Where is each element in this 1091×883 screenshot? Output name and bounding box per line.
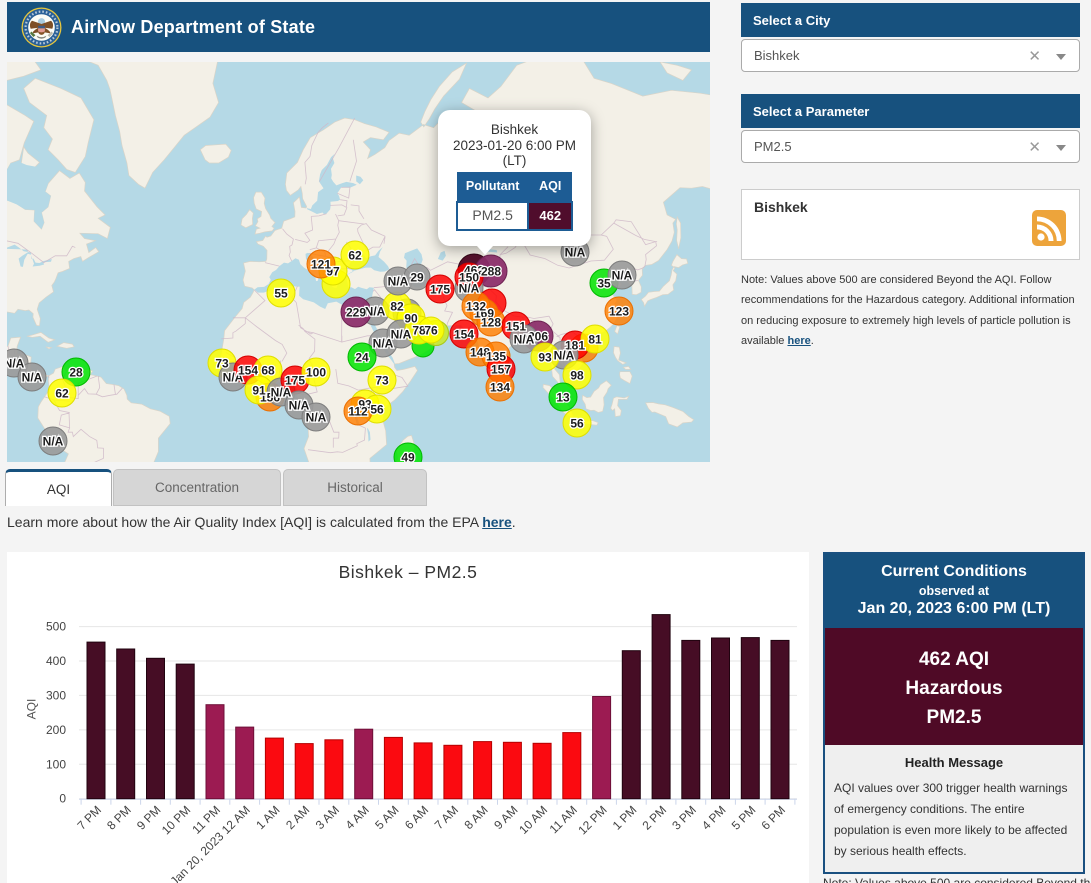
svg-text:N/A: N/A xyxy=(7,357,25,371)
svg-text:154: 154 xyxy=(238,364,258,378)
svg-text:76: 76 xyxy=(424,324,438,338)
svg-text:68: 68 xyxy=(261,364,275,378)
svg-text:N/A: N/A xyxy=(306,411,327,425)
svg-text:4 AM: 4 AM xyxy=(343,803,372,832)
svg-text:1 PM: 1 PM xyxy=(610,803,640,833)
svg-text:100: 100 xyxy=(306,366,326,380)
svg-text:N/A: N/A xyxy=(514,333,535,347)
svg-text:3 PM: 3 PM xyxy=(669,803,699,833)
svg-text:N/A: N/A xyxy=(365,305,386,319)
svg-text:0: 0 xyxy=(59,792,66,806)
svg-text:29: 29 xyxy=(410,271,424,285)
svg-text:4 PM: 4 PM xyxy=(699,803,729,833)
svg-text:100: 100 xyxy=(46,757,66,771)
svg-text:12 PM: 12 PM xyxy=(575,803,609,837)
svg-text:28: 28 xyxy=(69,366,83,380)
svg-text:128: 128 xyxy=(481,316,501,330)
svg-text:134: 134 xyxy=(490,381,510,395)
svg-text:151: 151 xyxy=(506,320,526,334)
svg-text:10 PM: 10 PM xyxy=(159,803,193,837)
svg-text:6 PM: 6 PM xyxy=(758,803,788,833)
svg-text:56: 56 xyxy=(370,403,384,417)
svg-text:7 AM: 7 AM xyxy=(432,803,461,832)
svg-text:N/A: N/A xyxy=(612,269,633,283)
svg-text:10 AM: 10 AM xyxy=(516,803,550,837)
svg-text:N/A: N/A xyxy=(388,275,409,289)
svg-text:2 PM: 2 PM xyxy=(640,803,670,833)
svg-text:288: 288 xyxy=(481,265,501,279)
svg-text:132: 132 xyxy=(466,300,486,314)
svg-text:81: 81 xyxy=(588,333,602,347)
svg-text:N/A: N/A xyxy=(43,435,64,449)
svg-text:229: 229 xyxy=(346,306,366,320)
svg-text:8 PM: 8 PM xyxy=(104,803,134,833)
svg-text:157: 157 xyxy=(491,363,511,377)
svg-text:N/A: N/A xyxy=(22,371,43,385)
svg-text:73: 73 xyxy=(215,357,229,371)
svg-text:200: 200 xyxy=(46,723,66,737)
svg-text:121: 121 xyxy=(311,258,331,272)
svg-text:91: 91 xyxy=(252,384,266,398)
svg-text:150: 150 xyxy=(459,271,479,285)
svg-text:N/A: N/A xyxy=(271,386,292,400)
svg-text:73: 73 xyxy=(375,374,389,388)
svg-text:112: 112 xyxy=(348,405,368,419)
svg-text:62: 62 xyxy=(348,249,362,263)
svg-text:135: 135 xyxy=(486,350,506,364)
svg-text:56: 56 xyxy=(570,417,584,431)
svg-text:7 PM: 7 PM xyxy=(74,803,104,833)
svg-text:3 AM: 3 AM xyxy=(313,803,342,832)
svg-text:49: 49 xyxy=(401,451,415,463)
svg-text:24: 24 xyxy=(355,351,369,365)
svg-text:400: 400 xyxy=(46,654,66,668)
svg-text:6 AM: 6 AM xyxy=(402,803,431,832)
svg-text:13: 13 xyxy=(556,391,570,405)
svg-text:8 AM: 8 AM xyxy=(461,803,490,832)
svg-text:93: 93 xyxy=(538,351,552,365)
svg-text:2 AM: 2 AM xyxy=(283,803,312,832)
svg-text:35: 35 xyxy=(597,277,611,291)
svg-text:98: 98 xyxy=(570,369,584,383)
svg-text:11 AM: 11 AM xyxy=(547,803,580,836)
svg-text:N/A: N/A xyxy=(391,328,412,342)
svg-text:55: 55 xyxy=(274,287,288,301)
svg-text:N/A: N/A xyxy=(554,349,575,363)
svg-text:5 AM: 5 AM xyxy=(372,803,401,832)
svg-text:5 PM: 5 PM xyxy=(729,803,759,833)
svg-text:175: 175 xyxy=(430,283,450,297)
svg-text:500: 500 xyxy=(46,620,66,634)
svg-text:1 AM: 1 AM xyxy=(253,803,282,832)
svg-text:62: 62 xyxy=(55,387,69,401)
svg-text:154: 154 xyxy=(454,328,474,342)
svg-text:123: 123 xyxy=(609,305,629,319)
svg-text:175: 175 xyxy=(285,374,305,388)
svg-text:300: 300 xyxy=(46,688,66,702)
svg-text:82: 82 xyxy=(390,300,404,314)
svg-text:N/A: N/A xyxy=(565,246,586,260)
